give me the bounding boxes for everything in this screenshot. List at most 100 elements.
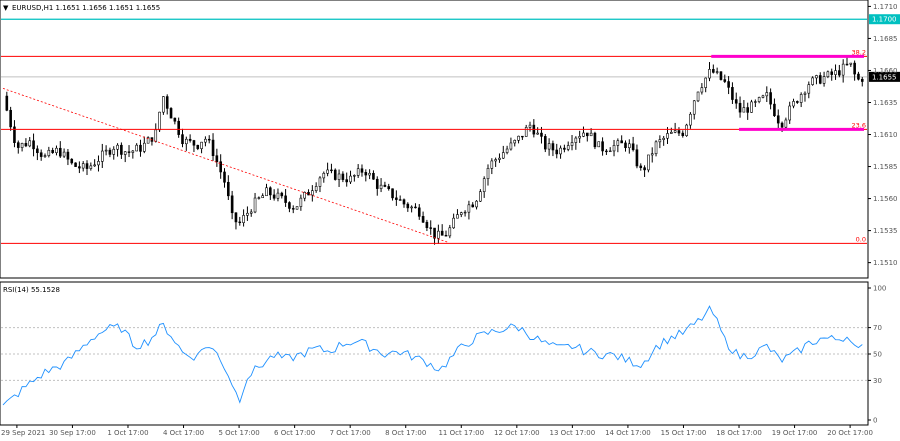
candlestick-series [5, 56, 864, 245]
candle-body [719, 71, 723, 80]
price-tick-label: 1.1610 [873, 131, 898, 139]
candle-body [360, 168, 364, 173]
candle-body [330, 169, 333, 172]
candle-body [188, 138, 192, 141]
candle-body [543, 136, 547, 150]
candle-body [131, 150, 135, 153]
candle-body [704, 77, 707, 88]
candle-body [238, 221, 242, 224]
candle-body [815, 75, 818, 79]
chart-canvas[interactable]: 1.170038.223.60.01.1655 1.1710 1.1685 1.16… [0, 0, 900, 437]
candle-body [444, 235, 448, 237]
time-tick-label: 6 Oct 17:00 [274, 429, 315, 437]
candle-body [66, 151, 70, 160]
candle-body [353, 175, 356, 177]
candle-body [799, 94, 803, 103]
candle-body [74, 162, 77, 167]
candle-body [139, 144, 142, 152]
candle-body [421, 216, 425, 223]
candle-body [559, 147, 562, 155]
candle-body [123, 151, 127, 155]
candle-body [272, 194, 276, 199]
candle-body [578, 136, 581, 139]
candle-body [185, 138, 188, 145]
price-tick-label: 1.1660 [873, 67, 898, 75]
candle-body [486, 168, 490, 180]
candle-body [291, 208, 295, 210]
candle-body [154, 129, 158, 142]
candle-body [379, 184, 383, 189]
candle-body [822, 76, 826, 84]
candle-body [372, 172, 375, 180]
candle-body [100, 150, 104, 162]
candle-body [601, 141, 604, 152]
candle-body [501, 152, 505, 159]
candle-body [58, 147, 62, 157]
candle-body [299, 197, 303, 207]
candle-body [333, 169, 337, 180]
candle-body [143, 142, 146, 152]
candle-body [498, 157, 501, 160]
candle-body [803, 92, 807, 95]
candle-body [246, 212, 249, 216]
candle-body [356, 168, 360, 176]
candle-body [628, 143, 631, 149]
candle-body [685, 124, 688, 136]
candle-body [574, 137, 578, 143]
time-tick-label: 13 Oct 17:00 [550, 429, 596, 437]
candle-body [326, 169, 329, 174]
candle-body [723, 79, 727, 82]
rsi-series [2, 305, 863, 406]
candle-body [727, 81, 730, 88]
candle-body [612, 145, 616, 152]
candle-body [47, 149, 51, 156]
candle-body [120, 144, 123, 155]
candle-body [322, 172, 326, 179]
time-tick-label: 30 Sep 17:00 [49, 429, 96, 437]
candle-body [830, 71, 834, 75]
candle-body [51, 149, 54, 153]
candle-body [509, 142, 513, 150]
candle-body [784, 119, 788, 128]
price-tick-label: 1.1710 [873, 3, 898, 11]
candle-body [62, 151, 66, 157]
candle-body [387, 186, 391, 190]
candle-body [860, 78, 864, 82]
candle-body [838, 70, 841, 76]
candle-body [585, 132, 589, 137]
symbol-menu-arrow-icon[interactable]: ▼ [3, 4, 9, 12]
candle-body [391, 188, 394, 199]
candle-body [337, 173, 341, 180]
candle-body [81, 163, 85, 169]
candle-body [433, 227, 436, 239]
candle-body [211, 139, 215, 157]
candle-body [242, 215, 245, 223]
price-tick-label: 1.1560 [873, 195, 898, 203]
candle-body [383, 184, 387, 187]
chart-overlays: 1.170038.223.60.01.1655 [1, 14, 900, 244]
candle-body [738, 102, 742, 113]
candle-body [536, 132, 539, 135]
candle-body [700, 87, 704, 93]
candle-body [116, 144, 119, 150]
candle-body [288, 202, 291, 209]
candle-body [853, 62, 856, 75]
candle-body [345, 179, 349, 183]
candle-body [479, 191, 482, 202]
candle-body [841, 63, 845, 76]
candle-body [165, 96, 169, 109]
candle-body [849, 62, 853, 65]
price-tick-label: 1.1585 [873, 163, 898, 171]
candle-body [97, 161, 100, 166]
time-tick-label: 7 Oct 17:00 [330, 429, 371, 437]
candle-body [162, 96, 165, 113]
candle-body [318, 177, 322, 187]
candle-body [566, 145, 570, 150]
candle-body [20, 143, 24, 148]
candle-body [826, 71, 830, 77]
candle-body [754, 101, 757, 103]
rsi-axis: 100 70 50 30 0 [868, 285, 886, 425]
candle-body [135, 144, 138, 152]
candle-body [204, 138, 207, 143]
candle-body [589, 132, 593, 137]
